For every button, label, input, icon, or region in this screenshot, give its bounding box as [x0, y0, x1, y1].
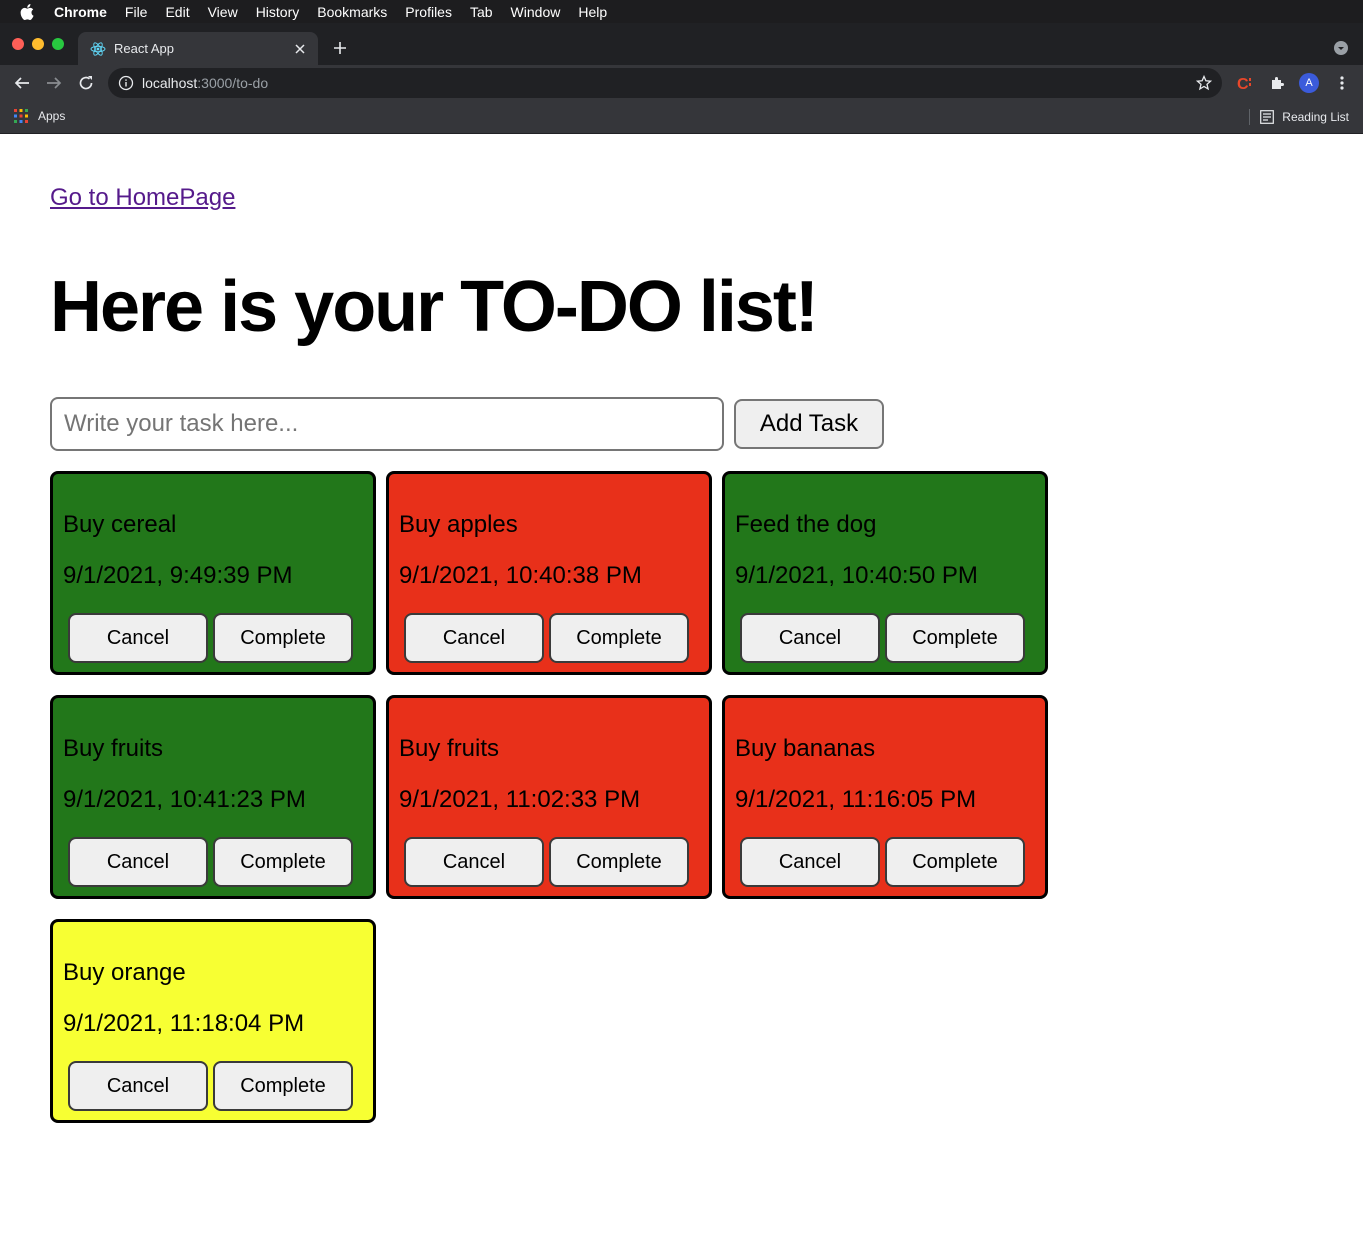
apps-label: Apps [38, 109, 66, 123]
complete-task-button[interactable]: Complete [213, 1061, 353, 1111]
task-name: Buy apples [399, 511, 518, 538]
menu-tab[interactable]: Tab [470, 4, 493, 20]
new-tab-plus-icon[interactable] [330, 38, 350, 58]
cancel-task-button[interactable]: Cancel [68, 837, 208, 887]
address-bar[interactable]: localhost:3000/to-do [108, 68, 1222, 98]
add-task-button[interactable]: Add Task [734, 399, 884, 449]
task-input[interactable] [50, 397, 724, 451]
task-card: Buy orange 9/1/2021, 11:18:04 PM Cancel … [50, 919, 376, 1123]
cancel-task-button[interactable]: Cancel [68, 613, 208, 663]
maximize-window-button[interactable] [52, 38, 64, 50]
cancel-task-button[interactable]: Cancel [404, 613, 544, 663]
cancel-task-button[interactable]: Cancel [740, 837, 880, 887]
task-name: Buy fruits [399, 735, 500, 762]
task-date: 9/1/2021, 9:49:39 PM [63, 562, 293, 589]
reading-list-label: Reading List [1282, 110, 1349, 124]
close-icon[interactable] [292, 41, 308, 57]
complete-task-button[interactable]: Complete [549, 613, 689, 663]
macos-menu-bar: Chrome File Edit View History Bookmarks … [0, 0, 1363, 23]
menu-app-chrome[interactable]: Chrome [54, 4, 107, 20]
task-name: Buy bananas [735, 735, 876, 762]
reading-list-button[interactable]: Reading List [1249, 109, 1349, 125]
task-date: 9/1/2021, 11:02:33 PM [399, 786, 641, 813]
task-date: 9/1/2021, 11:16:05 PM [735, 786, 977, 813]
back-arrow-icon[interactable] [12, 73, 32, 93]
task-date: 9/1/2021, 10:41:23 PM [63, 786, 306, 813]
menu-help[interactable]: Help [578, 4, 607, 20]
svg-text:C: C [1237, 76, 1249, 92]
task-date: 9/1/2021, 11:18:04 PM [63, 1010, 305, 1037]
page-title: Here is your TO-DO list! [50, 267, 819, 347]
complete-task-button[interactable]: Complete [885, 613, 1025, 663]
reading-list-icon [1260, 110, 1275, 124]
tab-search-icon[interactable] [1333, 40, 1349, 56]
task-date: 9/1/2021, 10:40:38 PM [399, 562, 642, 589]
complete-task-button[interactable]: Complete [213, 837, 353, 887]
page-content: Go to HomePage Here is your TO-DO list! … [0, 134, 1363, 1257]
task-card: Feed the dog 9/1/2021, 10:40:50 PM Cance… [722, 471, 1048, 675]
puzzle-extensions-icon[interactable] [1267, 73, 1287, 93]
task-name: Buy cereal [63, 511, 177, 538]
menu-profiles[interactable]: Profiles [405, 4, 452, 20]
menu-history[interactable]: History [256, 4, 300, 20]
bookmark-star-icon[interactable] [1195, 74, 1213, 91]
apps-grid-icon [14, 109, 28, 123]
cancel-task-button[interactable]: Cancel [740, 613, 880, 663]
task-name: Buy orange [63, 959, 186, 986]
reload-icon[interactable] [76, 73, 96, 93]
home-page-link[interactable]: Go to HomePage [50, 184, 235, 212]
task-card: Buy cereal 9/1/2021, 9:49:39 PM Cancel C… [50, 471, 376, 675]
menu-edit[interactable]: Edit [165, 4, 189, 20]
browser-toolbar: localhost:3000/to-do C A [0, 65, 1363, 101]
bookmarks-divider [1249, 109, 1251, 125]
task-date: 9/1/2021, 10:40:50 PM [735, 562, 978, 589]
tab-title: React App [114, 41, 174, 56]
url-path: :3000/to-do [197, 75, 269, 91]
task-card: Buy fruits 9/1/2021, 10:41:23 PM Cancel … [50, 695, 376, 899]
cancel-task-button[interactable]: Cancel [404, 837, 544, 887]
forward-arrow-icon[interactable] [44, 73, 64, 93]
url-host: localhost [142, 75, 198, 91]
close-window-button[interactable] [12, 38, 24, 50]
tab-strip: React App [0, 23, 1363, 65]
extension-c-icon[interactable]: C [1235, 73, 1255, 93]
apps-bookmark[interactable]: Apps [14, 109, 65, 123]
profile-avatar[interactable]: A [1299, 73, 1319, 93]
complete-task-button[interactable]: Complete [885, 837, 1025, 887]
task-name: Buy fruits [63, 735, 164, 762]
react-icon [90, 41, 106, 57]
task-card: Buy apples 9/1/2021, 10:40:38 PM Cancel … [386, 471, 712, 675]
task-name: Feed the dog [735, 511, 877, 538]
info-icon[interactable] [118, 75, 134, 91]
complete-task-button[interactable]: Complete [549, 837, 689, 887]
complete-task-button[interactable]: Complete [213, 613, 353, 663]
cancel-task-button[interactable]: Cancel [68, 1061, 208, 1111]
menu-bookmarks[interactable]: Bookmarks [317, 4, 387, 20]
menu-window[interactable]: Window [511, 4, 561, 20]
task-card: Buy bananas 9/1/2021, 11:16:05 PM Cancel… [722, 695, 1048, 899]
task-card: Buy fruits 9/1/2021, 11:02:33 PM Cancel … [386, 695, 712, 899]
task-list: Buy cereal 9/1/2021, 9:49:39 PM Cancel C… [50, 471, 1050, 1123]
apple-icon[interactable] [20, 3, 36, 20]
menu-view[interactable]: View [208, 4, 238, 20]
browser-tab[interactable]: React App [78, 32, 318, 65]
bookmarks-bar: Apps Reading List [0, 101, 1363, 134]
menu-file[interactable]: File [125, 4, 148, 20]
minimize-window-button[interactable] [32, 38, 44, 50]
more-menu-icon[interactable] [1332, 73, 1352, 93]
